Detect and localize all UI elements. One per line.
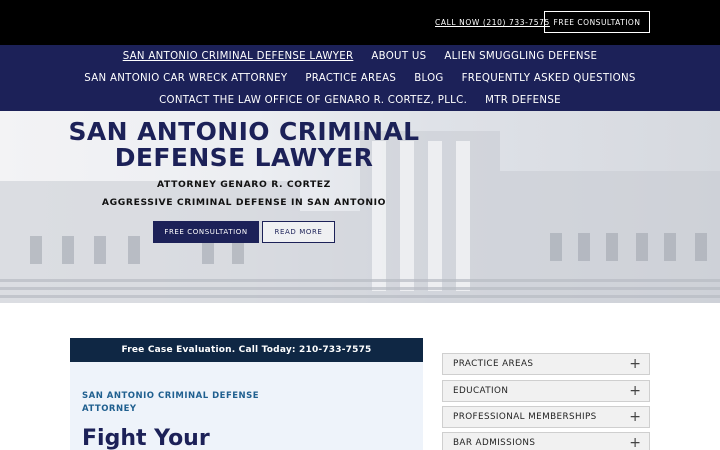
nav-item-faq[interactable]: FREQUENTLY ASKED QUESTIONS	[453, 72, 645, 85]
accordion-practice-areas[interactable]: PRACTICE AREAS +	[442, 353, 650, 375]
nav-item-about-us[interactable]: ABOUT US	[362, 50, 435, 63]
hero-title: SAN ANTONIO CRIMINAL DEFENSE LAWYER	[68, 117, 420, 172]
nav-item-criminal-defense-lawyer[interactable]: SAN ANTONIO CRIMINAL DEFENSE LAWYER	[114, 50, 363, 63]
nav-item-practice-areas[interactable]: PRACTICE AREAS	[296, 72, 405, 85]
accordion-label: PROFESSIONAL MEMBERSHIPS	[453, 412, 597, 422]
accordion-label: BAR ADMISSIONS	[453, 438, 536, 448]
nav-item-car-wreck-attorney[interactable]: SAN ANTONIO CAR WRECK ATTORNEY	[75, 72, 296, 85]
plus-icon[interactable]: +	[629, 435, 641, 450]
hero-subtitle-tagline: AGGRESSIVE CRIMINAL DEFENSE IN SAN ANTON…	[101, 197, 387, 208]
accordion-bar-admissions[interactable]: BAR ADMISSIONS +	[442, 432, 650, 450]
hero-subtitle-attorney: ATTORNEY GENARO R. CORTEZ	[157, 179, 331, 190]
call-now-link[interactable]: CALL NOW (210) 733-7575	[435, 18, 550, 27]
nav-item-mtr-defense[interactable]: MTR DEFENSE	[476, 94, 570, 107]
free-case-evaluation-bar[interactable]: Free Case Evaluation. Call Today: 210-73…	[70, 338, 423, 362]
section-label: SAN ANTONIO CRIMINAL DEFENSE ATTORNEY	[82, 391, 260, 414]
plus-icon[interactable]: +	[629, 383, 641, 399]
accordion-education[interactable]: EDUCATION +	[442, 380, 650, 402]
nav-item-blog[interactable]: BLOG	[405, 72, 452, 85]
nav-item-contact[interactable]: CONTACT THE LAW OFFICE OF GENARO R. CORT…	[150, 94, 476, 107]
nav-row: SAN ANTONIO CRIMINAL DEFENSE LAWYER ABOU…	[0, 50, 720, 63]
top-bar: CALL NOW (210) 733-7575 FREE CONSULTATIO…	[0, 0, 720, 45]
accordion-label: EDUCATION	[453, 386, 509, 396]
plus-icon[interactable]: +	[629, 409, 641, 425]
accordion-professional-memberships[interactable]: PROFESSIONAL MEMBERSHIPS +	[442, 406, 650, 428]
plus-icon[interactable]: +	[629, 356, 641, 372]
free-consultation-button[interactable]: FREE CONSULTATION	[544, 11, 650, 33]
hero-free-consultation-button[interactable]: FREE CONSULTATION	[153, 221, 259, 243]
content-heading: Fight Your	[82, 426, 210, 450]
nav-item-alien-smuggling-defense[interactable]: ALIEN SMUGGLING DEFENSE	[435, 50, 606, 63]
nav-row: CONTACT THE LAW OFFICE OF GENARO R. CORT…	[0, 94, 720, 107]
accordion-label: PRACTICE AREAS	[453, 359, 534, 369]
main-nav: SAN ANTONIO CRIMINAL DEFENSE LAWYER ABOU…	[0, 45, 720, 111]
read-more-button[interactable]: READ MORE	[262, 221, 335, 243]
hero-section: SAN ANTONIO CRIMINAL DEFENSE LAWYER ATTO…	[0, 111, 720, 303]
nav-row: SAN ANTONIO CAR WRECK ATTORNEY PRACTICE …	[0, 72, 720, 85]
